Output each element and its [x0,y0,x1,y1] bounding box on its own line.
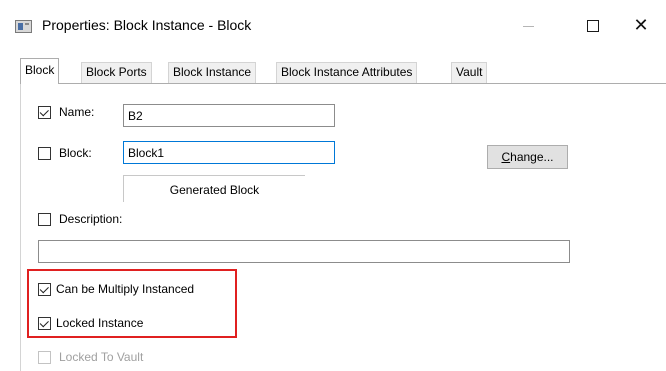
change-button-accelerator: C [501,150,511,164]
minimize-icon [522,25,534,27]
maximize-icon [587,20,599,32]
locked-to-vault-label: Locked To Vault [59,350,144,364]
tab-block-instance-attributes[interactable]: Block Instance Attributes [276,62,418,83]
description-label: Description: [59,212,123,226]
minimize-button[interactable] [505,8,551,44]
tab-strip: Block Block Ports Block Instance Block I… [0,52,666,84]
checkmark-icon [39,318,49,328]
window-title: Properties: Block Instance - Block [42,17,252,33]
tab-panel-left-border [20,83,21,371]
checkmark-icon [39,284,49,294]
tab-vault[interactable]: Vault [451,62,488,83]
locked-instance-label: Locked Instance [56,316,144,330]
name-label: Name: [59,105,95,119]
can-be-multiply-instanced-label: Can be Multiply Instanced [56,282,195,296]
locked-instance-checkbox[interactable] [38,317,51,330]
name-checkbox[interactable] [38,106,51,119]
block-input[interactable]: Block1 [123,141,335,164]
change-button-label: hange... [510,150,554,164]
description-checkbox[interactable] [38,213,51,226]
app-window-icon[interactable] [15,20,32,33]
close-icon: ✕ [633,15,649,36]
tab-block-instance[interactable]: Block Instance [168,62,257,83]
title-bar: Properties: Block Instance - Block ✕ [0,0,666,52]
name-input[interactable]: B2 [123,104,335,127]
description-input[interactable] [38,240,570,263]
can-be-multiply-instanced-checkbox[interactable] [38,283,51,296]
tab-block[interactable]: Block [20,58,60,84]
change-button[interactable]: Change... [487,145,568,169]
checkmark-icon [39,107,49,117]
block-checkbox[interactable] [38,147,51,160]
generated-block-caption: Generated Block [123,175,305,202]
close-button[interactable]: ✕ [618,8,664,44]
tab-panel-border [20,83,666,84]
tab-block-ports[interactable]: Block Ports [81,62,152,83]
maximize-button[interactable] [570,8,616,44]
locked-to-vault-checkbox [38,351,51,364]
block-label: Block: [59,146,92,160]
